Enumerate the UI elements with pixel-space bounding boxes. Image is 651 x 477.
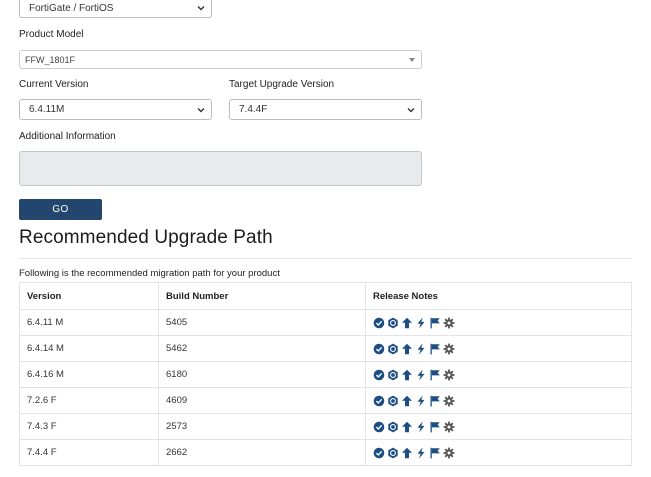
release-notes-cell: [365, 361, 632, 388]
arrow-up-icon[interactable]: [401, 317, 413, 329]
table-row: 6.4.11 M 5405: [19, 309, 632, 336]
check-badge-icon[interactable]: [373, 317, 385, 329]
gear-icon[interactable]: [443, 369, 455, 381]
release-note-icons: [373, 421, 631, 433]
lightning-icon[interactable]: [415, 395, 427, 407]
additional-info-label: Additional Information: [19, 131, 116, 142]
product-select[interactable]: FortiGate / FortiOS: [19, 0, 212, 18]
chevron-down-icon: [196, 3, 206, 13]
release-note-icons: [373, 395, 631, 407]
hexagon-badge-icon[interactable]: [387, 395, 399, 407]
release-notes-cell: [365, 413, 632, 440]
release-notes-cell: [365, 439, 632, 466]
version-cell: 6.4.11 M: [19, 309, 159, 336]
column-header-build: Build Number: [158, 282, 366, 310]
release-notes-cell: [365, 387, 632, 414]
flag-icon[interactable]: [429, 343, 441, 355]
arrow-up-icon[interactable]: [401, 395, 413, 407]
table-row: 7.4.3 F 2573: [19, 413, 632, 440]
build-number-cell: 5405: [158, 309, 366, 336]
flag-icon[interactable]: [429, 395, 441, 407]
table-header-row: Version Build Number Release Notes: [19, 282, 632, 310]
hexagon-badge-icon[interactable]: [387, 343, 399, 355]
arrow-up-icon[interactable]: [401, 343, 413, 355]
table-body: 6.4.11 M 5405 6.4.14 M 5462 6.4.16 M 6180 7.2.…: [19, 309, 632, 466]
gear-icon[interactable]: [443, 421, 455, 433]
flag-icon[interactable]: [429, 421, 441, 433]
target-version-value: 7.4.4F: [239, 104, 268, 115]
current-version-value: 6.4.11M: [29, 104, 65, 115]
lightning-icon[interactable]: [415, 343, 427, 355]
release-note-icons: [373, 343, 631, 355]
build-number-cell: 4609: [158, 387, 366, 414]
upgrade-path-table: Version Build Number Release Notes 6.4.1…: [19, 282, 632, 466]
version-cell: 6.4.14 M: [19, 335, 159, 362]
lightning-icon[interactable]: [415, 447, 427, 459]
version-cell: 6.4.16 M: [19, 361, 159, 388]
table-row: 6.4.14 M 5462: [19, 335, 632, 362]
results-subtitle: Following is the recommended migration p…: [19, 268, 280, 279]
chevron-down-icon: [406, 105, 416, 115]
hexagon-badge-icon[interactable]: [387, 447, 399, 459]
additional-info-field[interactable]: [19, 151, 422, 186]
check-badge-icon[interactable]: [373, 395, 385, 407]
arrow-up-icon[interactable]: [401, 447, 413, 459]
release-note-icons: [373, 369, 631, 381]
release-note-icons: [373, 447, 631, 459]
divider: [19, 258, 632, 259]
target-version-label: Target Upgrade Version: [229, 79, 335, 90]
lightning-icon[interactable]: [415, 369, 427, 381]
check-badge-icon[interactable]: [373, 369, 385, 381]
flag-icon[interactable]: [429, 317, 441, 329]
current-version-select[interactable]: 6.4.11M: [19, 99, 212, 120]
release-notes-cell: [365, 309, 632, 336]
build-number-cell: 2662: [158, 439, 366, 466]
lightning-icon[interactable]: [415, 317, 427, 329]
hexagon-badge-icon[interactable]: [387, 369, 399, 381]
build-number-cell: 6180: [158, 361, 366, 388]
build-number-cell: 2573: [158, 413, 366, 440]
page-title: Recommended Upgrade Path: [19, 227, 273, 248]
arrow-up-icon[interactable]: [401, 369, 413, 381]
check-badge-icon[interactable]: [373, 343, 385, 355]
table-row: 7.2.6 F 4609: [19, 387, 632, 414]
product-model-select[interactable]: FFW_1801F: [19, 50, 422, 69]
table-row: 7.4.4 F 2662: [19, 439, 632, 466]
hexagon-badge-icon[interactable]: [387, 421, 399, 433]
release-notes-cell: [365, 335, 632, 362]
gear-icon[interactable]: [443, 395, 455, 407]
table-row: 6.4.16 M 6180: [19, 361, 632, 388]
gear-icon[interactable]: [443, 447, 455, 459]
release-note-icons: [373, 317, 631, 329]
build-number-cell: 5462: [158, 335, 366, 362]
arrow-up-icon[interactable]: [401, 421, 413, 433]
upgrade-path-tool: FortiGate / FortiOS Product Model FFW_18…: [0, 0, 651, 477]
product-model-label: Product Model: [19, 29, 84, 40]
check-badge-icon[interactable]: [373, 447, 385, 459]
flag-icon[interactable]: [429, 447, 441, 459]
gear-icon[interactable]: [443, 317, 455, 329]
go-button[interactable]: GO: [19, 199, 102, 220]
chevron-down-icon: [196, 105, 206, 115]
lightning-icon[interactable]: [415, 421, 427, 433]
caret-down-icon: [409, 57, 415, 62]
version-cell: 7.2.6 F: [19, 387, 159, 414]
column-header-release-notes: Release Notes: [365, 282, 632, 310]
hexagon-badge-icon[interactable]: [387, 317, 399, 329]
version-cell: 7.4.3 F: [19, 413, 159, 440]
product-model-value: FFW_1801F: [25, 54, 76, 65]
target-version-select[interactable]: 7.4.4F: [229, 99, 422, 120]
current-version-label: Current Version: [19, 79, 89, 90]
check-badge-icon[interactable]: [373, 421, 385, 433]
column-header-version: Version: [19, 282, 159, 310]
gear-icon[interactable]: [443, 343, 455, 355]
product-select-value: FortiGate / FortiOS: [29, 2, 114, 14]
flag-icon[interactable]: [429, 369, 441, 381]
version-cell: 7.4.4 F: [19, 439, 159, 466]
